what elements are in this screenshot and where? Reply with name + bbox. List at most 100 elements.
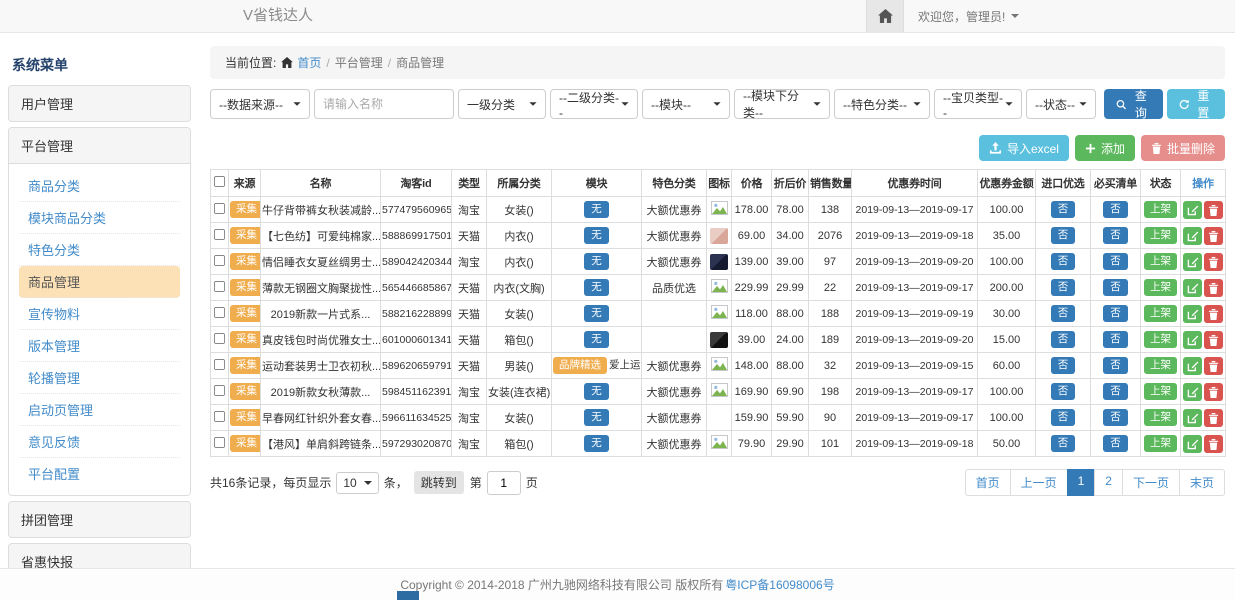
must-buy-toggle[interactable]: 否	[1103, 253, 1128, 269]
must-buy-toggle[interactable]: 否	[1103, 409, 1128, 425]
sidebar-item-goods-category[interactable]: 商品分类	[19, 170, 180, 202]
delete-button[interactable]	[1204, 331, 1223, 349]
edit-button[interactable]	[1183, 305, 1202, 323]
status-button[interactable]: 上架	[1144, 357, 1177, 373]
row-checkbox[interactable]	[214, 280, 225, 291]
filter-name-input[interactable]	[314, 89, 454, 119]
per-page-select[interactable]: 10	[336, 472, 378, 494]
must-buy-toggle[interactable]: 否	[1103, 331, 1128, 347]
filter-module-select[interactable]: --模块--	[642, 89, 730, 119]
filter-status-select[interactable]: --状态--	[1026, 89, 1096, 119]
page-btn-prev[interactable]: 上一页	[1010, 469, 1068, 496]
must-buy-toggle[interactable]: 否	[1103, 227, 1128, 243]
select-all-checkbox[interactable]	[214, 176, 225, 187]
reset-button[interactable]: 重置	[1167, 89, 1226, 119]
status-button[interactable]: 上架	[1144, 383, 1177, 399]
delete-button[interactable]	[1204, 435, 1223, 453]
breadcrumb-home-link[interactable]: 首页	[281, 54, 321, 71]
filter-feature-category-select[interactable]: --特色分类--	[834, 89, 930, 119]
edit-button[interactable]	[1183, 227, 1202, 245]
filter-item-type-select[interactable]: --宝贝类型--	[934, 89, 1022, 119]
must-buy-toggle[interactable]: 否	[1103, 435, 1128, 451]
delete-button[interactable]	[1204, 357, 1223, 375]
search-button[interactable]: 查询	[1104, 89, 1163, 119]
import-select-toggle[interactable]: 否	[1051, 409, 1076, 425]
edit-button[interactable]	[1183, 435, 1202, 453]
edit-button[interactable]	[1183, 357, 1202, 375]
delete-button[interactable]	[1204, 201, 1223, 219]
delete-button[interactable]	[1204, 227, 1223, 245]
must-buy-toggle[interactable]: 否	[1103, 357, 1128, 373]
import-select-toggle[interactable]: 否	[1051, 331, 1076, 347]
status-button[interactable]: 上架	[1144, 279, 1177, 295]
sidebar-item-feedback[interactable]: 意见反馈	[19, 426, 180, 458]
row-checkbox[interactable]	[214, 410, 225, 421]
user-menu[interactable]: 欢迎您，管理员!	[904, 0, 1033, 32]
filter-module-subcategory-select[interactable]: --模块下分类--	[734, 89, 830, 119]
row-checkbox[interactable]	[214, 358, 225, 369]
status-button[interactable]: 上架	[1144, 435, 1177, 451]
sidebar-item-version-management[interactable]: 版本管理	[19, 330, 180, 362]
sidebar-group-group-buy-management[interactable]: 拼团管理	[8, 501, 191, 538]
jump-button[interactable]: 跳转到	[414, 471, 464, 494]
page-btn-first[interactable]: 首页	[965, 469, 1011, 496]
delete-button[interactable]	[1204, 279, 1223, 297]
status-button[interactable]: 上架	[1144, 253, 1177, 269]
delete-button[interactable]	[1204, 253, 1223, 271]
jump-page-input[interactable]	[487, 471, 521, 495]
import-select-toggle[interactable]: 否	[1051, 201, 1076, 217]
must-buy-toggle[interactable]: 否	[1103, 305, 1128, 321]
status-button[interactable]: 上架	[1144, 227, 1177, 243]
sidebar-item-platform-config[interactable]: 平台配置	[19, 458, 180, 489]
import-select-toggle[interactable]: 否	[1051, 253, 1076, 269]
delete-button[interactable]	[1204, 409, 1223, 427]
sidebar-item-module-goods-category[interactable]: 模块商品分类	[19, 202, 180, 234]
sidebar-item-feature-category[interactable]: 特色分类	[19, 234, 180, 266]
sidebar-item-splash-page-management[interactable]: 启动页管理	[19, 394, 180, 426]
status-button[interactable]: 上架	[1144, 305, 1177, 321]
filter-level1-category-select[interactable]: 一级分类	[458, 89, 546, 119]
edit-button[interactable]	[1183, 279, 1202, 297]
delete-button[interactable]	[1204, 383, 1223, 401]
sidebar-group-platform-management[interactable]: 平台管理	[9, 128, 190, 164]
sidebar-item-promo-materials[interactable]: 宣传物料	[19, 298, 180, 330]
page-btn-1[interactable]: 1	[1067, 469, 1096, 496]
import-select-toggle[interactable]: 否	[1051, 435, 1076, 451]
page-btn-next[interactable]: 下一页	[1122, 469, 1180, 496]
import-select-toggle[interactable]: 否	[1051, 305, 1076, 321]
must-buy-toggle[interactable]: 否	[1103, 201, 1128, 217]
sidebar-group-saving-express[interactable]: 省惠快报	[8, 543, 191, 568]
batch-delete-button[interactable]: 批量删除	[1141, 135, 1225, 161]
sidebar-item-carousel-management[interactable]: 轮播管理	[19, 362, 180, 394]
import-select-toggle[interactable]: 否	[1051, 279, 1076, 295]
sidebar-item-goods-management[interactable]: 商品管理	[19, 266, 180, 298]
filter-data-source-select[interactable]: --数据来源--	[210, 89, 310, 119]
status-button[interactable]: 上架	[1144, 201, 1177, 217]
edit-button[interactable]	[1183, 331, 1202, 349]
filter-level2-category-select[interactable]: --二级分类--	[550, 89, 638, 119]
add-button[interactable]: 添加	[1075, 135, 1135, 161]
must-buy-toggle[interactable]: 否	[1103, 279, 1128, 295]
breadcrumb-item-platform[interactable]: 平台管理	[335, 54, 383, 71]
status-button[interactable]: 上架	[1144, 409, 1177, 425]
row-checkbox[interactable]	[214, 384, 225, 395]
import-select-toggle[interactable]: 否	[1051, 357, 1076, 373]
row-checkbox[interactable]	[214, 436, 225, 447]
sidebar-group-user-management[interactable]: 用户管理	[8, 85, 191, 122]
row-checkbox[interactable]	[214, 254, 225, 265]
row-checkbox[interactable]	[214, 306, 225, 317]
edit-button[interactable]	[1183, 201, 1202, 219]
row-checkbox[interactable]	[214, 332, 225, 343]
page-btn-2[interactable]: 2	[1094, 469, 1123, 496]
icp-link[interactable]: 粤ICP备16098006号	[725, 576, 834, 593]
must-buy-toggle[interactable]: 否	[1103, 383, 1128, 399]
import-select-toggle[interactable]: 否	[1051, 383, 1076, 399]
home-button[interactable]	[866, 0, 904, 32]
delete-button[interactable]	[1204, 305, 1223, 323]
import-select-toggle[interactable]: 否	[1051, 227, 1076, 243]
status-button[interactable]: 上架	[1144, 331, 1177, 347]
edit-button[interactable]	[1183, 409, 1202, 427]
edit-button[interactable]	[1183, 253, 1202, 271]
page-btn-last[interactable]: 末页	[1179, 469, 1225, 496]
import-excel-button[interactable]: 导入excel	[979, 135, 1069, 161]
